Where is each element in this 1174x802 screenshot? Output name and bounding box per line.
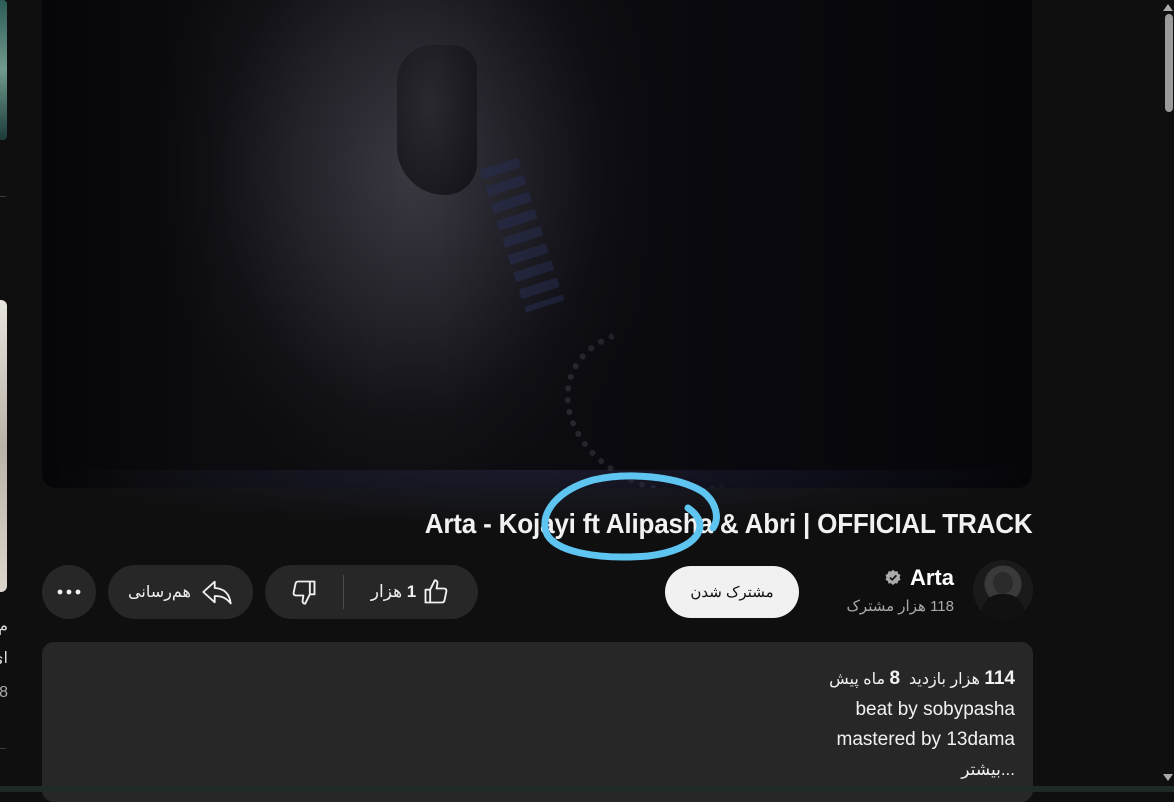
- scroll-down-arrow-icon[interactable]: [1163, 774, 1173, 781]
- description-line: mastered by 13dama: [836, 729, 1016, 750]
- sidebar-views: 8: [0, 684, 8, 701]
- channel-avatar[interactable]: [973, 560, 1033, 620]
- thumbs-up-icon: [424, 579, 448, 604]
- subscribe-button[interactable]: مشترک شدن: [665, 566, 799, 618]
- verified-badge-icon: [885, 569, 901, 586]
- like-count-number: 1: [406, 582, 417, 601]
- upload-age-number: 8: [889, 668, 901, 689]
- show-more-link[interactable]: ...بیشتر: [829, 755, 1015, 785]
- subscriber-count: 118 هزار مشترک: [846, 598, 955, 615]
- sidebar-video-title[interactable]: م: [0, 616, 8, 636]
- avatar-figure: [981, 594, 1025, 620]
- channel-name[interactable]: Arta: [910, 565, 954, 591]
- annotation-circle: [541, 472, 720, 561]
- sidebar-divider: [0, 748, 6, 749]
- more-actions-button[interactable]: [42, 565, 96, 619]
- scrollbar-track[interactable]: [1160, 0, 1174, 792]
- sidebar-divider: [0, 196, 6, 197]
- avatar-figure: [993, 572, 1013, 594]
- description-text: 114 هزار بازدید 8 ماه پیش beat by sobypa…: [829, 664, 1015, 785]
- video-title: Arta - Kojayi ft Alipasha & Abri | OFFIC…: [424, 508, 1032, 539]
- like-count: 1 هزار: [371, 582, 416, 602]
- view-count-number: 114: [984, 668, 1015, 689]
- video-player[interactable]: [42, 0, 1032, 488]
- like-count-unit: هزار: [370, 582, 403, 601]
- description-meta: 114 هزار بازدید 8 ماه پیش: [829, 664, 1015, 695]
- dislike-button[interactable]: [265, 565, 343, 619]
- description-box[interactable]: 114 هزار بازدید 8 ماه پیش beat by sobypa…: [42, 642, 1033, 802]
- scroll-up-arrow-icon[interactable]: [1163, 4, 1173, 11]
- description-line: beat by sobypasha: [855, 699, 1015, 720]
- like-button[interactable]: 1 هزار: [343, 565, 478, 619]
- share-label: هم‌رسانی: [128, 584, 191, 601]
- more-horizontal-icon: [57, 589, 81, 595]
- video-frame-shade: [42, 0, 1032, 488]
- sidebar-video-thumbnail[interactable]: [0, 0, 7, 140]
- like-dislike-group: 1 هزار: [265, 565, 478, 619]
- view-count-label: هزار بازدید: [908, 671, 980, 688]
- scrollbar-thumb[interactable]: [1165, 14, 1173, 112]
- sidebar-video-thumbnail[interactable]: [0, 300, 7, 592]
- share-button[interactable]: هم‌رسانی: [108, 565, 253, 619]
- sidebar-channel-name: ای: [0, 650, 8, 667]
- like-divider: [343, 575, 344, 609]
- taskbar-edge: [0, 786, 1174, 792]
- share-arrow-icon: [202, 580, 232, 605]
- thumbs-down-icon: [292, 580, 316, 605]
- upload-age-label: ماه پیش: [829, 671, 886, 688]
